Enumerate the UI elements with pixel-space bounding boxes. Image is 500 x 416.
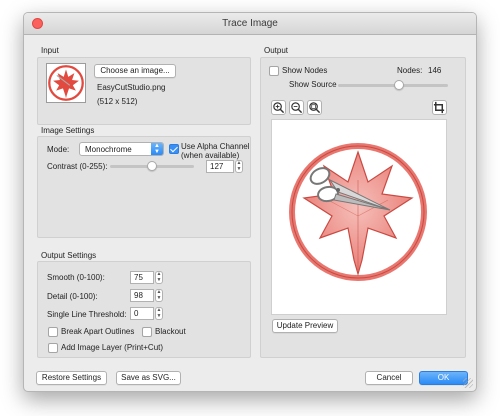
- contrast-slider-thumb[interactable]: [146, 161, 157, 171]
- zoom-out-icon: [291, 102, 303, 114]
- add-image-layer-label: Add Image Layer (Print+Cut): [61, 343, 164, 352]
- restore-settings-button[interactable]: Restore Settings: [36, 371, 107, 385]
- zoom-in-icon: [273, 102, 285, 114]
- break-apart-checkbox[interactable]: [48, 327, 58, 337]
- zoom-in-button[interactable]: [271, 100, 286, 115]
- window-title: Trace Image: [222, 18, 278, 29]
- smooth-input[interactable]: 75: [130, 271, 154, 284]
- preview-canvas[interactable]: [271, 119, 447, 315]
- output-section-label: Output: [264, 46, 289, 55]
- maple-leaf-scissors-logo: [289, 143, 427, 281]
- detail-label: Detail (0-100):: [47, 292, 98, 301]
- input-dimensions: (512 x 512): [97, 97, 138, 106]
- show-nodes-label: Show Nodes: [282, 66, 328, 75]
- image-settings-section-label: Image Settings: [41, 126, 95, 135]
- update-preview-button[interactable]: Update Preview: [272, 319, 338, 333]
- trace-image-dialog: Trace Image Input Choose an image... Eas…: [23, 12, 477, 392]
- use-alpha-sublabel: (when available): [181, 151, 240, 160]
- contrast-input[interactable]: 127: [206, 160, 234, 173]
- save-as-svg-button[interactable]: Save as SVG...: [116, 371, 181, 385]
- nodes-count: 146: [428, 66, 442, 75]
- choose-image-button[interactable]: Choose an image...: [94, 64, 176, 78]
- nodes-label: Nodes:: [397, 66, 423, 75]
- detail-input[interactable]: 98: [130, 289, 154, 302]
- mode-label: Mode:: [47, 145, 70, 154]
- contrast-stepper[interactable]: ▲ ▼: [235, 160, 243, 173]
- threshold-stepper[interactable]: ▲ ▼: [155, 307, 163, 320]
- zoom-fit-icon: [309, 102, 321, 114]
- show-source-slider-thumb[interactable]: [393, 80, 404, 90]
- maple-leaf-scissors-logo: [48, 65, 84, 101]
- break-apart-label: Break Apart Outlines: [61, 327, 135, 336]
- show-source-label: Show Source: [289, 80, 337, 89]
- use-alpha-label: Use Alpha Channel: [181, 142, 250, 151]
- detail-stepper[interactable]: ▲ ▼: [155, 289, 163, 302]
- mode-select-value: Monochrome: [85, 145, 132, 154]
- blackout-label: Blackout: [155, 327, 186, 336]
- ok-button[interactable]: OK: [419, 371, 468, 385]
- crop-icon: [433, 101, 445, 114]
- show-nodes-checkbox[interactable]: [269, 66, 279, 76]
- cancel-button[interactable]: Cancel: [365, 371, 413, 385]
- contrast-label: Contrast (0-255):: [47, 162, 108, 171]
- output-settings-section-label: Output Settings: [41, 251, 97, 260]
- use-alpha-checkbox[interactable]: [169, 144, 179, 154]
- mode-select[interactable]: Monochrome ▲ ▼: [79, 142, 164, 156]
- add-image-layer-checkbox[interactable]: [48, 343, 58, 353]
- smooth-stepper[interactable]: ▲ ▼: [155, 271, 163, 284]
- zoom-fit-button[interactable]: [307, 100, 322, 115]
- smooth-label: Smooth (0-100):: [47, 273, 105, 282]
- chevron-updown-icon: ▲ ▼: [151, 143, 163, 155]
- input-filename: EasyCutStudio.png: [97, 83, 166, 92]
- input-section-label: Input: [41, 46, 59, 55]
- threshold-input[interactable]: 0: [130, 307, 154, 320]
- resize-grip[interactable]: [463, 378, 473, 388]
- title-bar[interactable]: Trace Image: [24, 13, 476, 35]
- blackout-checkbox[interactable]: [142, 327, 152, 337]
- crop-button[interactable]: [432, 100, 447, 115]
- threshold-label: Single Line Threshold:: [47, 310, 127, 319]
- input-thumbnail: [46, 63, 86, 103]
- zoom-out-button[interactable]: [289, 100, 304, 115]
